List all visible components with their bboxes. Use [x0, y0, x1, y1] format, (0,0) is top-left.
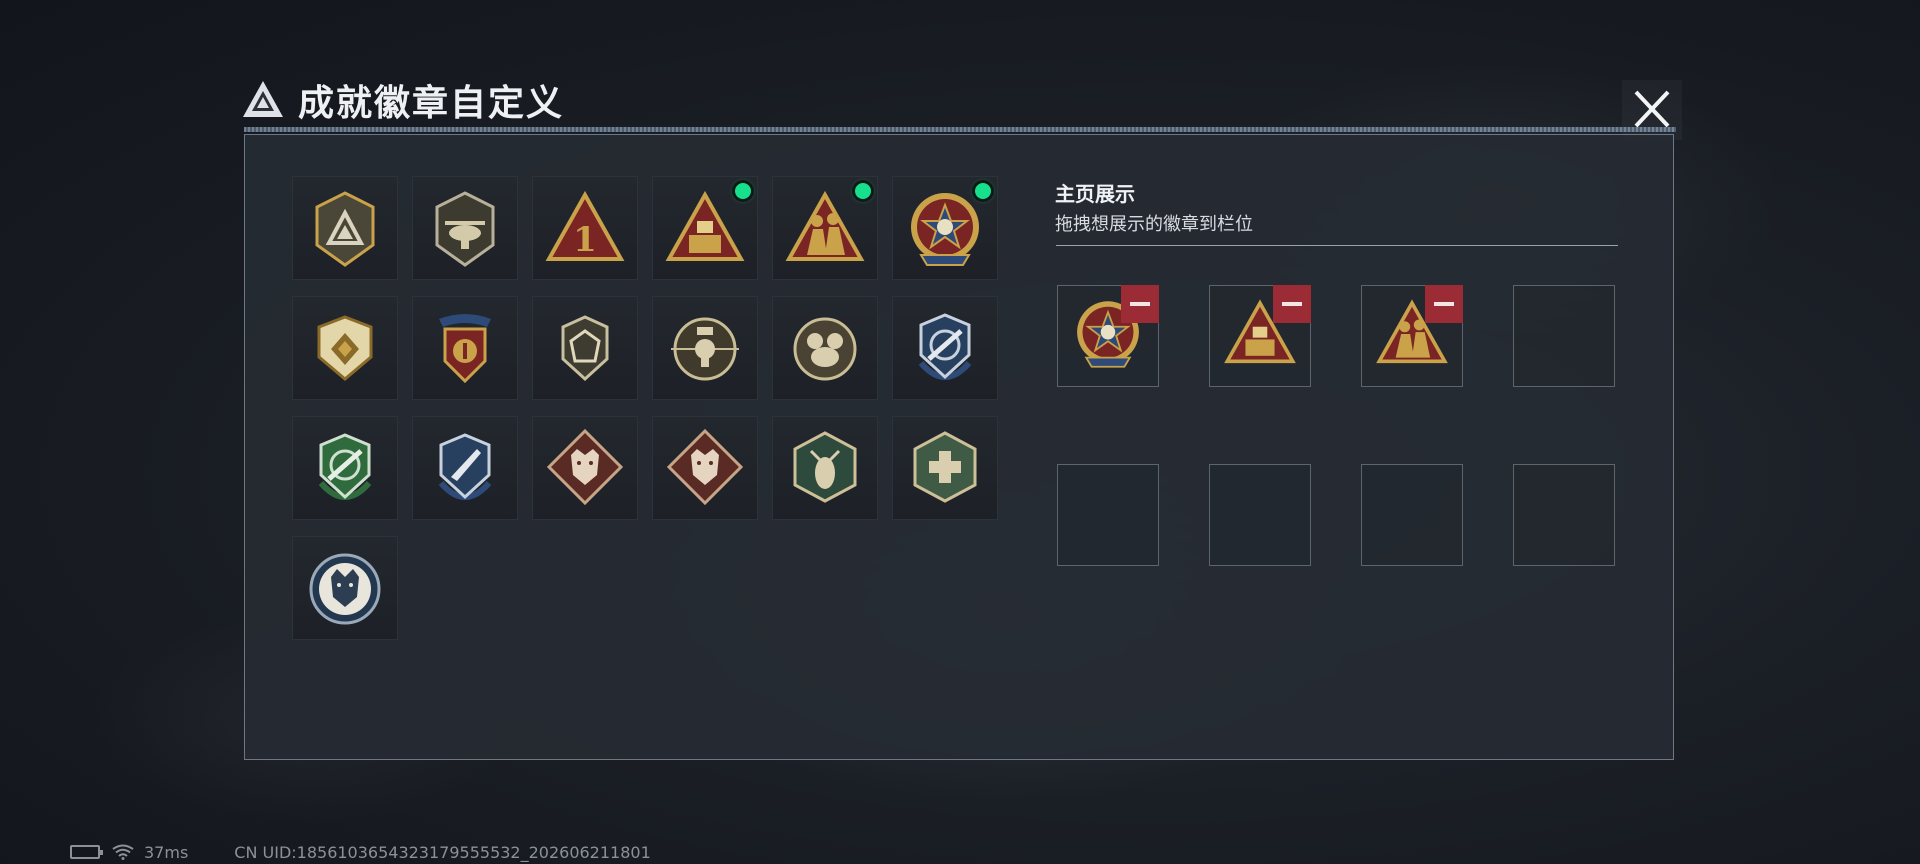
showcase-slot[interactable]: [1209, 285, 1311, 387]
badge-cell[interactable]: [652, 176, 758, 280]
round-skull-star-icon: [911, 193, 979, 266]
badge-cell[interactable]: [652, 296, 758, 400]
shield-rifle-green-icon: [318, 433, 372, 500]
shield-rifle-blue-icon: [918, 313, 972, 380]
remove-badge-button[interactable]: [1121, 285, 1159, 323]
badge-cell[interactable]: [412, 416, 518, 520]
shield-dice-icon: [561, 315, 609, 382]
badge-cell[interactable]: [892, 296, 998, 400]
header-divider: [244, 127, 1676, 132]
helicopter-shield-icon: [435, 191, 495, 267]
badge-cell[interactable]: [652, 416, 758, 520]
shield-knife-blue-icon: [438, 433, 492, 500]
badge-cell[interactable]: [772, 176, 878, 280]
badge-cell[interactable]: [292, 296, 398, 400]
showcase-slot[interactable]: [1513, 464, 1615, 566]
minus-icon: [1434, 302, 1454, 306]
minus-icon: [1282, 302, 1302, 306]
badge-cell[interactable]: [292, 176, 398, 280]
badge-cell[interactable]: [772, 416, 878, 520]
badge-cell[interactable]: [412, 296, 518, 400]
header: 成就徽章自定义: [240, 70, 564, 130]
badge-cell[interactable]: [412, 176, 518, 280]
wifi-icon: [112, 844, 134, 860]
badge-cell[interactable]: [292, 536, 398, 640]
showcase-slot[interactable]: [1361, 285, 1463, 387]
remove-badge-button[interactable]: [1273, 285, 1311, 323]
ping-value: 37ms: [144, 842, 189, 862]
showcase-subtitle: 拖拽想展示的徽章到栏位: [1055, 214, 1253, 235]
page-title: 成就徽章自定义: [298, 83, 565, 124]
hexagon-hornet-icon: [793, 431, 857, 503]
close-icon[interactable]: [1620, 78, 1684, 142]
svg-text:1: 1: [573, 220, 597, 260]
uid-text: CN UID:1856103654323179555532_2026062118…: [234, 842, 651, 862]
showcase-slot[interactable]: [1057, 285, 1159, 387]
new-indicator-dot: [735, 183, 751, 199]
badge-cell[interactable]: [892, 176, 998, 280]
badge-cell[interactable]: [772, 296, 878, 400]
round-ornate-skull-icon: [793, 317, 857, 381]
hexagon-medic-icon: [913, 431, 977, 503]
minus-icon: [1130, 302, 1150, 306]
round-sniper-skull-icon: [671, 317, 739, 381]
diamond-wolf-red-2-icon: [666, 428, 744, 506]
new-indicator-dot: [975, 183, 991, 199]
badge-cell[interactable]: [892, 416, 998, 520]
triangle-tower-icon: [665, 190, 745, 261]
badge-cell[interactable]: [532, 416, 638, 520]
round-wolf-blue-icon: [309, 553, 381, 625]
triangle-emblem-icon: [243, 81, 283, 117]
shield-diamond-gold-icon: [317, 315, 373, 381]
status-bar: 37ms CN UID:1856103654323179555532_20260…: [70, 842, 651, 862]
triangle-soldiers-icon: [785, 190, 865, 261]
showcase-slot[interactable]: [1057, 464, 1159, 566]
diamond-wolf-red-icon: [546, 428, 624, 506]
badge-cell[interactable]: 1: [532, 176, 638, 280]
remove-badge-button[interactable]: [1425, 285, 1463, 323]
showcase-title: 主页展示: [1055, 182, 1135, 206]
badge-cell[interactable]: [292, 416, 398, 520]
new-indicator-dot: [855, 183, 871, 199]
showcase-slot[interactable]: [1361, 464, 1463, 566]
badge-cell[interactable]: [532, 296, 638, 400]
showcase-slot[interactable]: [1513, 285, 1615, 387]
laurel-shield-gold-icon: [439, 314, 491, 384]
shield-triangle-emblem-icon: [315, 191, 375, 267]
showcase-divider: [1056, 245, 1618, 246]
triangle-number-one-icon: 1: [545, 190, 625, 261]
showcase-slot[interactable]: [1209, 464, 1311, 566]
battery-charging-icon: [70, 845, 103, 859]
